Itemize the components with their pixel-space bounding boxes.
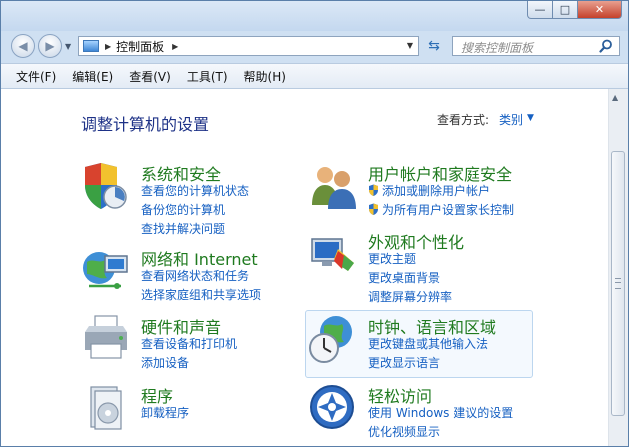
window-controls: — □ ✕	[527, 1, 622, 19]
category-link[interactable]: 添加或删除用户帐户	[368, 182, 490, 199]
scroll-thumb[interactable]	[611, 151, 625, 416]
category-link[interactable]: 更改键盘或其他输入法	[368, 335, 488, 352]
control-panel-icon	[83, 40, 99, 52]
category-link[interactable]: 备份您的计算机	[141, 201, 225, 218]
search-icon[interactable]	[599, 39, 613, 53]
users-icon[interactable]	[308, 161, 358, 211]
recent-pages-dropdown[interactable]: ▼	[65, 42, 71, 51]
title-bar[interactable]: — □ ✕	[1, 1, 628, 31]
search-input[interactable]: 搜索控制面板	[461, 39, 533, 56]
breadcrumb-control-panel[interactable]: 控制面板	[116, 38, 164, 55]
navigation-bar: ◀ ▶ ▼ ▶ 控制面板 ▶ ▼ ⇆ 搜索控制面板	[1, 31, 628, 63]
menu-view[interactable]: 查看(V)	[129, 68, 171, 85]
accessibility-icon[interactable]	[308, 383, 358, 433]
category-link[interactable]: 更改显示语言	[368, 354, 440, 371]
category-link-text[interactable]: 为所有用户设置家长控制	[382, 203, 514, 217]
menu-tools[interactable]: 工具(T)	[187, 68, 228, 85]
menu-edit[interactable]: 编辑(E)	[72, 68, 113, 85]
category-link[interactable]: 为所有用户设置家长控制	[368, 201, 514, 218]
view-by-dropdown[interactable]: 类别	[499, 111, 523, 128]
close-button[interactable]: ✕	[578, 1, 622, 19]
breadcrumb-next-arrow-icon[interactable]: ▶	[172, 42, 178, 51]
programs-icon[interactable]	[81, 383, 131, 433]
category-link[interactable]: 使用 Windows 建议的设置	[368, 404, 513, 421]
search-box[interactable]: 搜索控制面板	[452, 36, 620, 56]
category-link[interactable]: 更改主题	[368, 250, 416, 267]
category-link[interactable]: 添加设备	[141, 354, 189, 371]
category-link[interactable]: 查找并解决问题	[141, 220, 225, 237]
control-panel-window: — □ ✕ ◀ ▶ ▼ ▶ 控制面板 ▶ ▼ ⇆ 搜索控制面板 文件(F) 编辑…	[0, 0, 629, 447]
view-by-arrow-icon[interactable]: ▼	[527, 113, 534, 123]
globe-clock-icon[interactable]	[308, 314, 358, 364]
scroll-grip-icon	[615, 278, 621, 289]
address-dropdown-icon[interactable]: ▼	[407, 41, 413, 50]
category-link[interactable]: 查看您的计算机状态	[141, 182, 249, 199]
category-link[interactable]: 更改桌面背景	[368, 269, 440, 286]
address-bar[interactable]: ▶ 控制面板 ▶ ▼	[78, 36, 419, 56]
monitor-palette-icon[interactable]	[308, 229, 358, 279]
category-link[interactable]: 选择家庭组和共享选项	[141, 286, 261, 303]
category-link[interactable]: 查看网络状态和任务	[141, 267, 249, 284]
forward-button[interactable]: ▶	[38, 34, 62, 58]
category-link[interactable]: 卸载程序	[141, 404, 189, 421]
uac-shield-icon	[369, 203, 378, 215]
menu-help[interactable]: 帮助(H)	[244, 68, 286, 85]
breadcrumb-arrow-icon[interactable]: ▶	[105, 42, 111, 51]
category-link-text[interactable]: 添加或删除用户帐户	[382, 184, 490, 198]
printer-icon[interactable]	[81, 314, 131, 364]
vertical-scrollbar[interactable]: ▲	[608, 89, 628, 446]
globe-network-icon[interactable]	[81, 246, 131, 296]
minimize-button[interactable]: —	[527, 1, 553, 19]
maximize-button[interactable]: □	[553, 1, 578, 19]
uac-shield-icon	[369, 184, 378, 196]
view-by-label: 查看方式:	[437, 113, 490, 127]
shield-icon[interactable]	[81, 161, 131, 211]
scroll-up-icon[interactable]: ▲	[612, 93, 618, 102]
back-button[interactable]: ◀	[11, 34, 35, 58]
category-link[interactable]: 优化视频显示	[368, 423, 440, 440]
category-link[interactable]: 调整屏幕分辨率	[368, 288, 452, 305]
content-area: 调整计算机的设置 查看方式: 类别 ▼ 系统和安全 查看您的计算机状态 备份您的…	[1, 89, 608, 446]
category-link[interactable]: 查看设备和打印机	[141, 335, 237, 352]
refresh-button[interactable]: ⇆	[424, 38, 444, 54]
menu-bar: 文件(F) 编辑(E) 查看(V) 工具(T) 帮助(H)	[1, 63, 628, 89]
page-title: 调整计算机的设置	[81, 115, 210, 134]
menu-file[interactable]: 文件(F)	[16, 68, 56, 85]
